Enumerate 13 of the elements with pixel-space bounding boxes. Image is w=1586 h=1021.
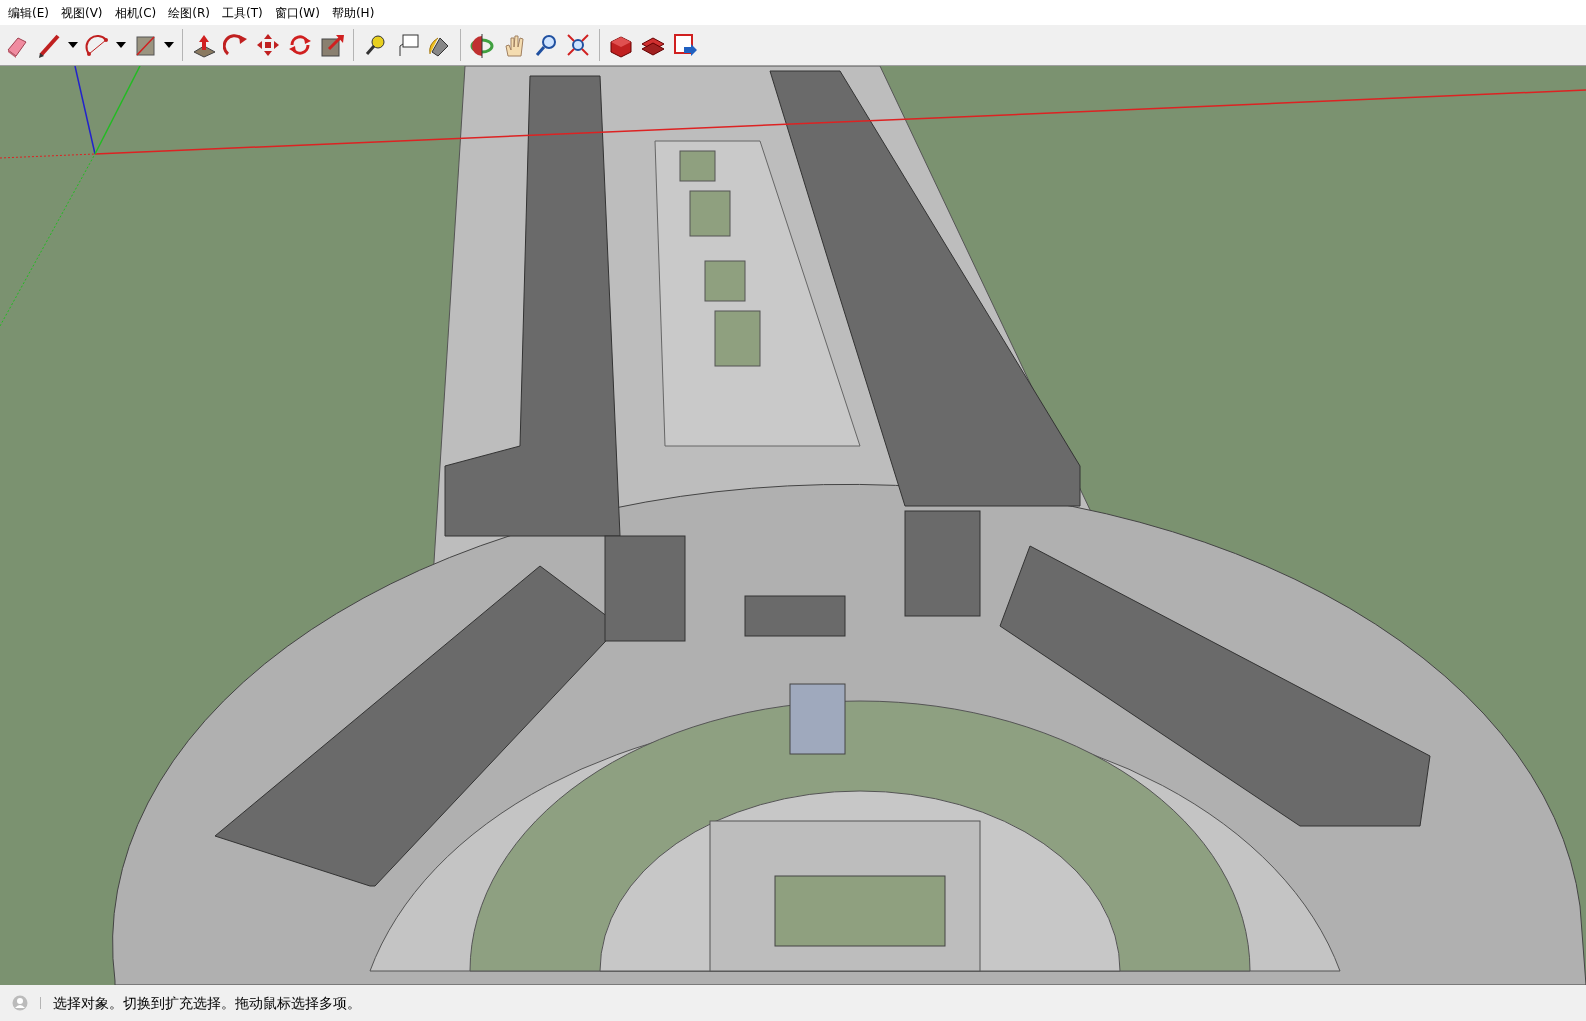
menu-item[interactable]: 帮助(H) bbox=[327, 2, 379, 23]
menu-item[interactable]: 绘图(R) bbox=[164, 2, 214, 23]
menu-item[interactable]: 编辑(E) bbox=[4, 2, 53, 23]
caret-icon[interactable] bbox=[164, 42, 174, 48]
orbit-icon[interactable] bbox=[469, 31, 495, 59]
caret-icon[interactable] bbox=[116, 42, 126, 48]
menu-item[interactable]: 视图(V) bbox=[56, 2, 107, 23]
menu-item[interactable]: 窗口(W) bbox=[270, 2, 324, 23]
menu-item[interactable]: 相机(C) bbox=[110, 2, 161, 23]
export-icon[interactable] bbox=[672, 31, 698, 59]
status-message: 选择对象。切换到扩充选择。拖动鼠标选择多项。 bbox=[53, 993, 361, 1013]
caret-icon[interactable] bbox=[68, 42, 78, 48]
menu-item[interactable]: 工具(T) bbox=[218, 2, 267, 23]
